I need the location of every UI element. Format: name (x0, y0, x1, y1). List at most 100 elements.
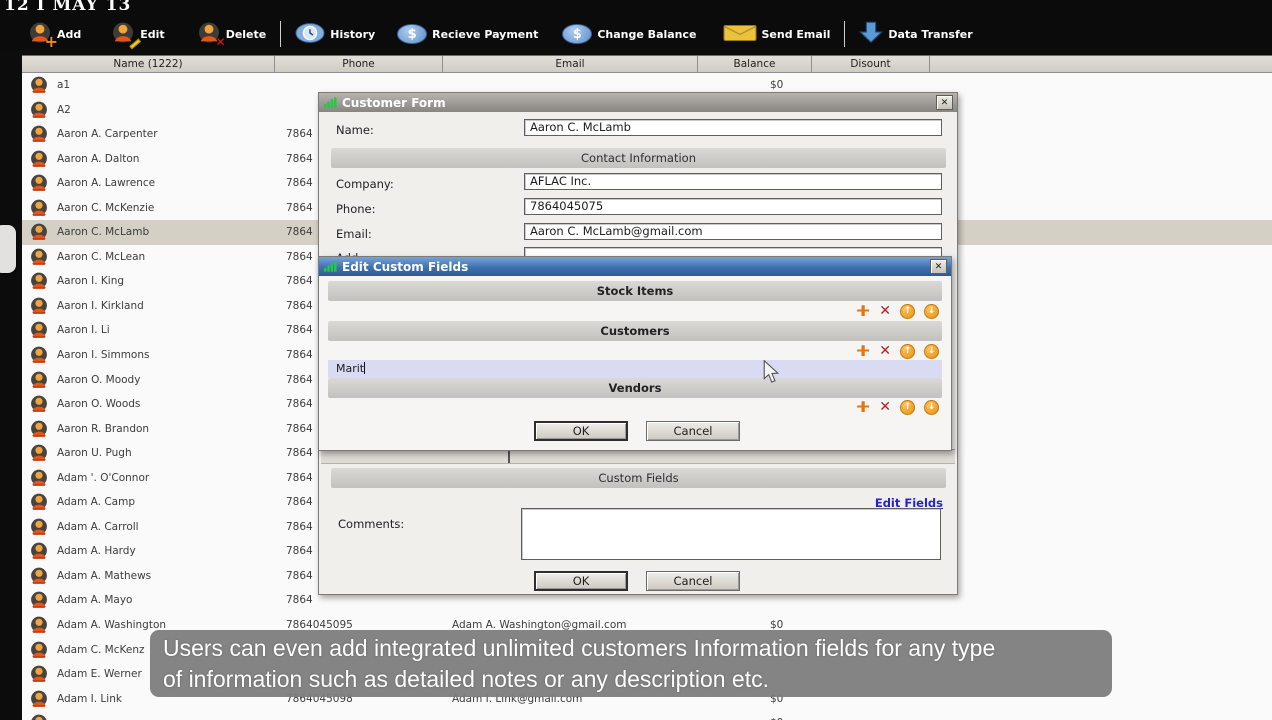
name-field[interactable]: Aaron C. McLamb (524, 119, 942, 136)
customer-phone: 7864 (286, 545, 313, 558)
down-arrow-icon (859, 21, 884, 47)
form-cancel-button[interactable]: Cancel (646, 571, 740, 591)
edit-custom-fields-title: Edit Custom Fields (342, 259, 469, 274)
customer-phone: 7864 (286, 422, 313, 435)
add-button-label: Add (57, 27, 82, 41)
customer-phone: 7864 (286, 250, 313, 263)
customer-phone: 7864 (286, 177, 313, 190)
customer-name: Adam A. Washington (57, 619, 167, 632)
comments-textarea[interactable] (521, 508, 941, 560)
email-field[interactable]: Aaron C. McLamb@gmail.com (524, 223, 942, 240)
column-header-name[interactable]: Name (1222) (22, 56, 275, 72)
add-field-icon[interactable]: + (856, 303, 870, 320)
customer-name: Adam A. Carroll (57, 520, 139, 533)
delete-field-icon[interactable]: ✕ (879, 344, 891, 358)
delete-field-icon[interactable]: ✕ (879, 304, 891, 318)
customer-name: Aaron I. King (57, 275, 125, 288)
person-delete-icon: ✕ (197, 22, 226, 49)
move-down-icon[interactable]: ↓ (924, 399, 939, 415)
company-label: Company: (336, 177, 394, 191)
customer-name: Adam '. O'Connor (57, 471, 150, 484)
down-arrow-glyph: ↓ (927, 306, 936, 316)
new-custom-field-input[interactable]: Marit (328, 360, 942, 378)
delete-button[interactable]: ✕ Delete (197, 22, 266, 49)
close-icon[interactable]: ✕ (936, 95, 953, 110)
email-label: Email: (336, 227, 372, 241)
delete-field-icon[interactable]: ✕ (879, 400, 891, 414)
customer-name: Aaron O. Woods (57, 398, 141, 411)
slide-out-handle[interactable] (0, 225, 16, 273)
x-badge-icon: ✕ (215, 35, 226, 49)
customer-name: Aaron C. McLamb (57, 226, 150, 239)
up-arrow-glyph: ↑ (903, 346, 912, 356)
customer-name: Adam E. Werner (57, 668, 142, 681)
move-up-icon[interactable]: ↑ (900, 399, 915, 415)
company-field[interactable]: AFLAC Inc. (524, 173, 942, 190)
customer-phone: 7864 (286, 471, 313, 484)
ecf-ok-button[interactable]: OK (534, 421, 628, 441)
plus-badge-icon: + (44, 32, 58, 51)
add-field-icon[interactable]: + (856, 399, 870, 416)
customer-phone: 7864 (286, 373, 313, 386)
history-button-label: History (330, 27, 376, 41)
customer-phone: 7864 (286, 496, 313, 509)
name-label: Name: (336, 123, 374, 137)
move-up-icon[interactable]: ↑ (900, 303, 915, 319)
history-button[interactable]: History (295, 22, 376, 46)
column-header-phone[interactable]: Phone (275, 56, 443, 72)
obscured-field-row (321, 449, 955, 464)
customer-row[interactable]: $0 (0, 711, 1272, 720)
close-icon[interactable]: ✕ (930, 259, 947, 274)
down-arrow-glyph: ↓ (927, 402, 936, 412)
table-header: Name (1222) Phone Email Balance Disount (0, 55, 1272, 73)
customer-phone: 7864 (286, 275, 313, 288)
move-up-icon[interactable]: ↑ (900, 343, 915, 359)
top-bar: 12 I MAY 13 + Add Edit ✕ Delete History … (0, 0, 1272, 55)
customer-name: Aaron R. Brandon (57, 422, 150, 435)
customer-name: A2 (57, 103, 71, 116)
video-timestamp: 12 I MAY 13 (4, 0, 132, 15)
data-transfer-button[interactable]: Data Transfer (859, 21, 973, 47)
customer-name: Adam C. McKenz (57, 643, 145, 656)
customer-avatar-icon (30, 714, 48, 720)
customer-phone: 7864 (286, 594, 313, 607)
customer-phone: 7864 (286, 324, 313, 337)
data-transfer-button-label: Data Transfer (888, 27, 973, 41)
new-custom-field-text: Marit (336, 362, 365, 375)
move-down-icon[interactable]: ↓ (924, 343, 939, 359)
edit-custom-fields-titlebar[interactable]: Edit Custom Fields ✕ (319, 257, 951, 276)
toolbar: + Add Edit ✕ Delete History $ Recieve Pa… (24, 17, 973, 51)
customer-phone: 7864 (286, 201, 313, 214)
change-balance-button[interactable]: $ Change Balance (562, 24, 697, 44)
down-arrow-glyph: ↓ (927, 346, 936, 356)
phone-field[interactable]: 7864045075 (524, 198, 942, 215)
column-header-email[interactable]: Email (443, 56, 698, 72)
recieve-payment-button[interactable]: $ Recieve Payment (397, 24, 538, 44)
up-arrow-glyph: ↑ (903, 402, 912, 412)
customer-phone: 7864 (286, 299, 313, 312)
customer-phone: 7864 (286, 152, 313, 165)
send-email-button-label: Send Email (761, 27, 831, 41)
customer-phone: 7864 (286, 569, 313, 582)
column-header-discount[interactable]: Disount (812, 56, 930, 72)
edit-button[interactable]: Edit (111, 22, 165, 49)
stock-items-header: Stock Items (328, 281, 942, 301)
vendors-header: Vendors (328, 378, 942, 398)
ecf-cancel-button[interactable]: Cancel (646, 421, 740, 441)
subtitle-caption: Users can even add integrated unlimited … (150, 630, 1112, 697)
person-add-icon: + (28, 22, 58, 51)
customer-form-titlebar[interactable]: Customer Form ✕ (319, 93, 957, 112)
column-header-balance[interactable]: Balance (698, 56, 812, 72)
add-button[interactable]: + Add (28, 22, 82, 51)
customer-name: Adam A. Mathews (57, 569, 152, 582)
send-email-button[interactable]: Send Email (723, 23, 831, 46)
move-down-icon[interactable]: ↓ (924, 303, 939, 319)
envelope-icon (723, 23, 757, 46)
stock-items-actions: + ✕ ↑ ↓ (856, 303, 939, 320)
customer-name: Adam I. Link (57, 692, 122, 705)
add-field-icon[interactable]: + (856, 343, 870, 360)
vendors-actions: + ✕ ↑ ↓ (856, 399, 939, 416)
dollar-glyph: $ (407, 26, 417, 42)
dollar-icon: $ (397, 24, 428, 44)
form-ok-button[interactable]: OK (534, 571, 628, 591)
